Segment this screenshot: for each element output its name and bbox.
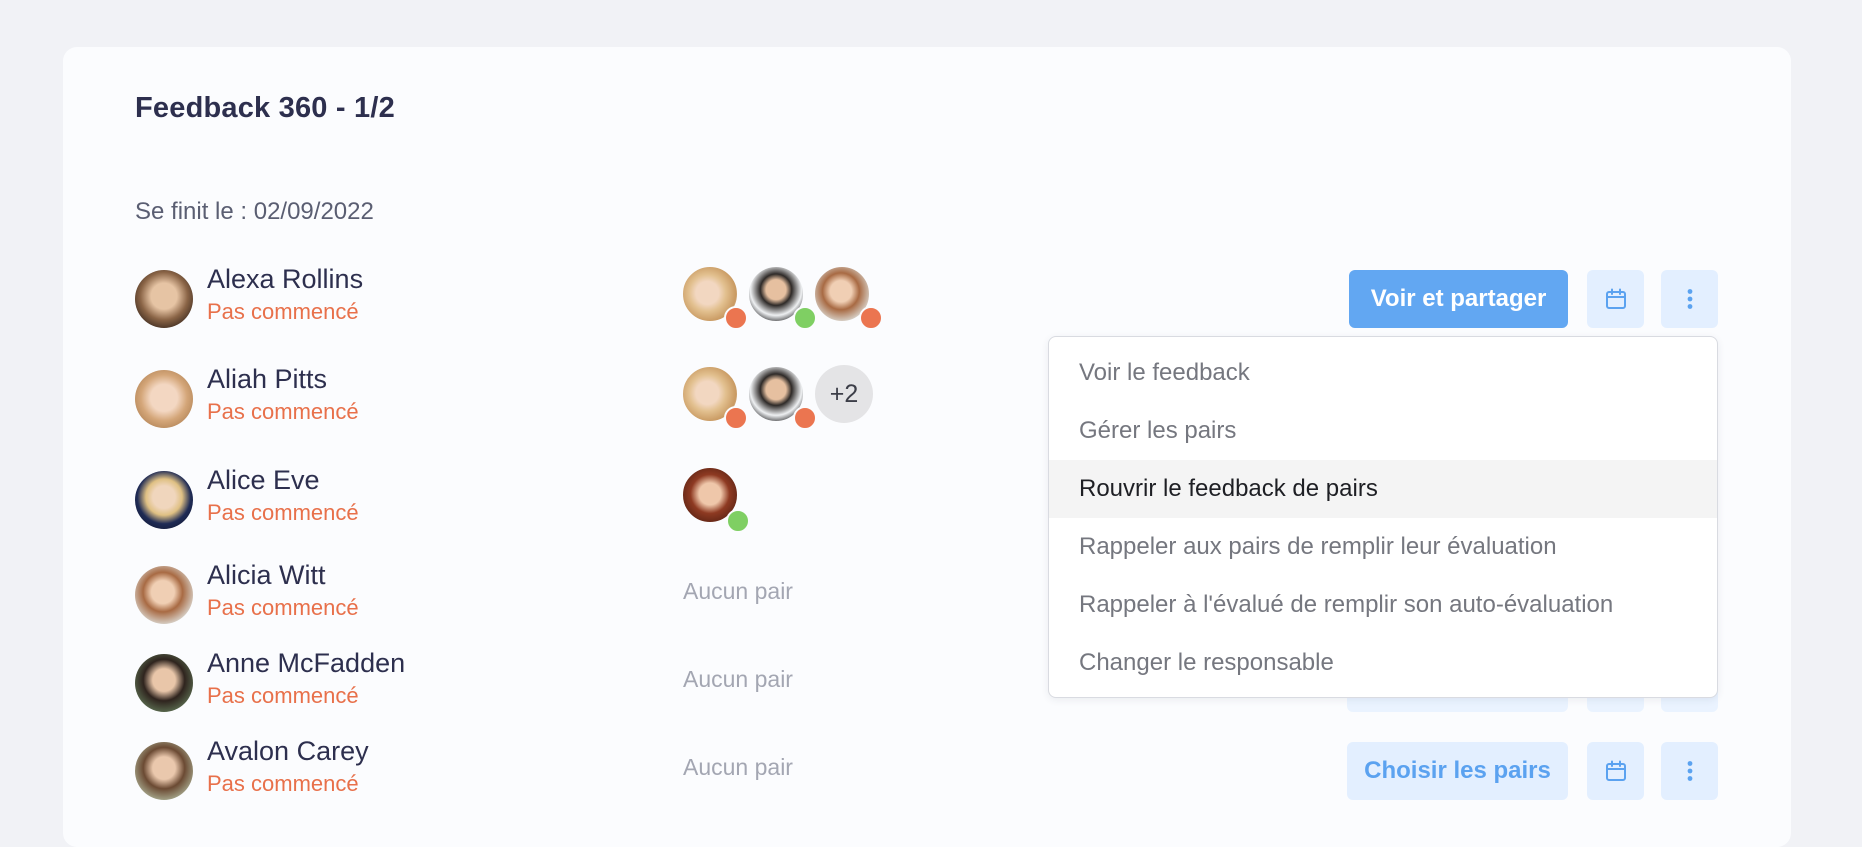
avatar <box>135 471 193 529</box>
no-peers-label: Aucun pair <box>683 578 793 604</box>
more-peers-badge[interactable]: +2 <box>815 365 873 423</box>
more-vertical-icon <box>1687 761 1692 781</box>
menu-item-changer-responsable[interactable]: Changer le responsable <box>1049 634 1717 692</box>
status-badge: Pas commencé <box>207 399 359 424</box>
table-row: Avalon Carey Pas commencé Aucun pair Cho… <box>0 736 1862 828</box>
peer-status-dot <box>793 306 817 330</box>
employee-name: Avalon Carey <box>207 736 369 766</box>
status-badge: Pas commencé <box>207 595 359 620</box>
peer-status-dot <box>724 306 748 330</box>
more-options-button[interactable] <box>1661 270 1718 328</box>
menu-item-voir-le-feedback[interactable]: Voir le feedback <box>1049 344 1717 402</box>
peer-status-dot <box>859 306 883 330</box>
peer-status-dot <box>724 406 748 430</box>
calendar-icon <box>1605 760 1626 781</box>
menu-item-rouvrir-feedback[interactable]: Rouvrir le feedback de pairs <box>1049 460 1717 518</box>
page-title: Feedback 360 - 1/2 <box>135 92 395 124</box>
end-date: Se finit le : 02/09/2022 <box>135 198 374 225</box>
employee-name: Alexa Rollins <box>207 264 364 294</box>
employee-name: Alice Eve <box>207 465 320 495</box>
menu-item-gerer-les-pairs[interactable]: Gérer les pairs <box>1049 402 1717 460</box>
calendar-button[interactable] <box>1587 742 1644 800</box>
no-peers-label: Aucun pair <box>683 666 793 692</box>
employee-name: Alicia Witt <box>207 560 326 590</box>
peer-status-dot <box>726 509 750 533</box>
status-badge: Pas commencé <box>207 299 359 324</box>
calendar-button[interactable] <box>1587 270 1644 328</box>
no-peers-label: Aucun pair <box>683 754 793 780</box>
more-options-button[interactable] <box>1661 742 1718 800</box>
choisir-les-pairs-button[interactable]: Choisir les pairs <box>1347 742 1568 800</box>
status-badge: Pas commencé <box>207 683 359 708</box>
avatar <box>135 270 193 328</box>
employee-name: Anne McFadden <box>207 648 406 678</box>
avatar <box>135 654 193 712</box>
menu-item-rappeler-evalue[interactable]: Rappeler à l'évalué de remplir son auto-… <box>1049 576 1717 634</box>
status-badge: Pas commencé <box>207 500 359 525</box>
actions-dropdown-menu: Voir le feedback Gérer les pairs Rouvrir… <box>1048 336 1718 698</box>
peer-status-dot <box>793 406 817 430</box>
voir-et-partager-button[interactable]: Voir et partager <box>1349 270 1568 328</box>
employee-name: Aliah Pitts <box>207 364 328 394</box>
avatar <box>135 742 193 800</box>
calendar-icon <box>1605 288 1626 309</box>
status-badge: Pas commencé <box>207 771 359 796</box>
avatar <box>135 370 193 428</box>
more-vertical-icon <box>1687 289 1692 309</box>
avatar <box>135 566 193 624</box>
menu-item-rappeler-pairs[interactable]: Rappeler aux pairs de remplir leur évalu… <box>1049 518 1717 576</box>
